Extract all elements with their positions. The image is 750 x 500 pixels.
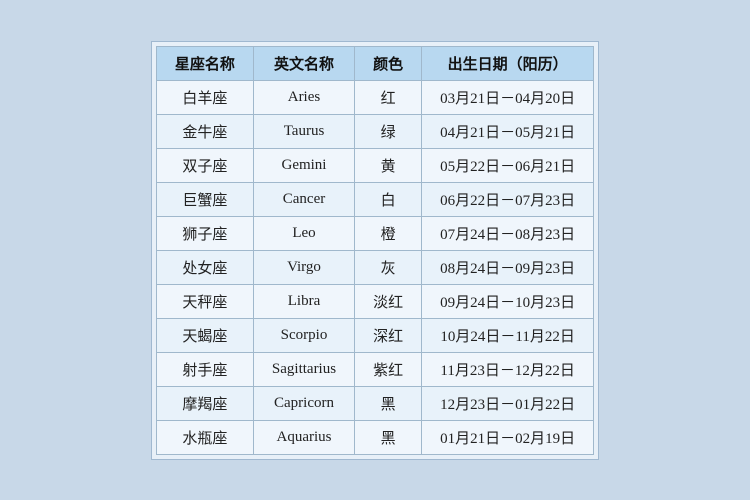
zodiac-table: 星座名称英文名称颜色出生日期（阳历） 白羊座Aries红03月21日－04月20… bbox=[156, 46, 594, 455]
table-cell: 紫红 bbox=[355, 352, 422, 386]
table-header-cell: 出生日期（阳历） bbox=[422, 46, 594, 80]
table-header-cell: 颜色 bbox=[355, 46, 422, 80]
table-cell: 黑 bbox=[355, 386, 422, 420]
table-cell: 处女座 bbox=[156, 250, 253, 284]
table-cell: 06月22日－07月23日 bbox=[422, 182, 594, 216]
table-cell: 03月21日－04月20日 bbox=[422, 80, 594, 114]
table-cell: 绿 bbox=[355, 114, 422, 148]
table-cell: 金牛座 bbox=[156, 114, 253, 148]
table-row: 处女座Virgo灰08月24日－09月23日 bbox=[156, 250, 593, 284]
table-cell: 08月24日－09月23日 bbox=[422, 250, 594, 284]
table-cell: Cancer bbox=[253, 182, 354, 216]
table-cell: 黑 bbox=[355, 420, 422, 454]
table-cell: 白羊座 bbox=[156, 80, 253, 114]
table-cell: Sagittarius bbox=[253, 352, 354, 386]
table-cell: 水瓶座 bbox=[156, 420, 253, 454]
table-row: 水瓶座Aquarius黑01月21日－02月19日 bbox=[156, 420, 593, 454]
table-cell: 白 bbox=[355, 182, 422, 216]
table-row: 天秤座Libra淡红09月24日－10月23日 bbox=[156, 284, 593, 318]
table-row: 白羊座Aries红03月21日－04月20日 bbox=[156, 80, 593, 114]
table-cell: Scorpio bbox=[253, 318, 354, 352]
zodiac-table-wrapper: 星座名称英文名称颜色出生日期（阳历） 白羊座Aries红03月21日－04月20… bbox=[151, 41, 599, 460]
table-cell: 黄 bbox=[355, 148, 422, 182]
table-cell: 天蝎座 bbox=[156, 318, 253, 352]
table-cell: 深红 bbox=[355, 318, 422, 352]
table-row: 金牛座Taurus绿04月21日－05月21日 bbox=[156, 114, 593, 148]
table-row: 巨蟹座Cancer白06月22日－07月23日 bbox=[156, 182, 593, 216]
table-cell: 10月24日－11月22日 bbox=[422, 318, 594, 352]
table-cell: 红 bbox=[355, 80, 422, 114]
table-cell: 橙 bbox=[355, 216, 422, 250]
table-cell: 12月23日－01月22日 bbox=[422, 386, 594, 420]
table-header-cell: 英文名称 bbox=[253, 46, 354, 80]
table-cell: 11月23日－12月22日 bbox=[422, 352, 594, 386]
table-cell: 射手座 bbox=[156, 352, 253, 386]
table-cell: Capricorn bbox=[253, 386, 354, 420]
table-cell: 灰 bbox=[355, 250, 422, 284]
table-header-row: 星座名称英文名称颜色出生日期（阳历） bbox=[156, 46, 593, 80]
table-cell: 04月21日－05月21日 bbox=[422, 114, 594, 148]
table-cell: 狮子座 bbox=[156, 216, 253, 250]
table-body: 白羊座Aries红03月21日－04月20日金牛座Taurus绿04月21日－0… bbox=[156, 80, 593, 454]
table-header-cell: 星座名称 bbox=[156, 46, 253, 80]
table-row: 摩羯座Capricorn黑12月23日－01月22日 bbox=[156, 386, 593, 420]
table-cell: Aquarius bbox=[253, 420, 354, 454]
table-cell: 01月21日－02月19日 bbox=[422, 420, 594, 454]
table-cell: 摩羯座 bbox=[156, 386, 253, 420]
table-cell: Libra bbox=[253, 284, 354, 318]
table-row: 天蝎座Scorpio深红10月24日－11月22日 bbox=[156, 318, 593, 352]
table-cell: 09月24日－10月23日 bbox=[422, 284, 594, 318]
table-cell: 天秤座 bbox=[156, 284, 253, 318]
table-cell: Taurus bbox=[253, 114, 354, 148]
table-cell: 巨蟹座 bbox=[156, 182, 253, 216]
table-cell: Virgo bbox=[253, 250, 354, 284]
table-row: 射手座Sagittarius紫红11月23日－12月22日 bbox=[156, 352, 593, 386]
table-cell: 双子座 bbox=[156, 148, 253, 182]
table-cell: 05月22日－06月21日 bbox=[422, 148, 594, 182]
table-cell: 淡红 bbox=[355, 284, 422, 318]
table-cell: Aries bbox=[253, 80, 354, 114]
table-row: 双子座Gemini黄05月22日－06月21日 bbox=[156, 148, 593, 182]
table-row: 狮子座Leo橙07月24日－08月23日 bbox=[156, 216, 593, 250]
table-cell: Gemini bbox=[253, 148, 354, 182]
table-cell: 07月24日－08月23日 bbox=[422, 216, 594, 250]
table-cell: Leo bbox=[253, 216, 354, 250]
